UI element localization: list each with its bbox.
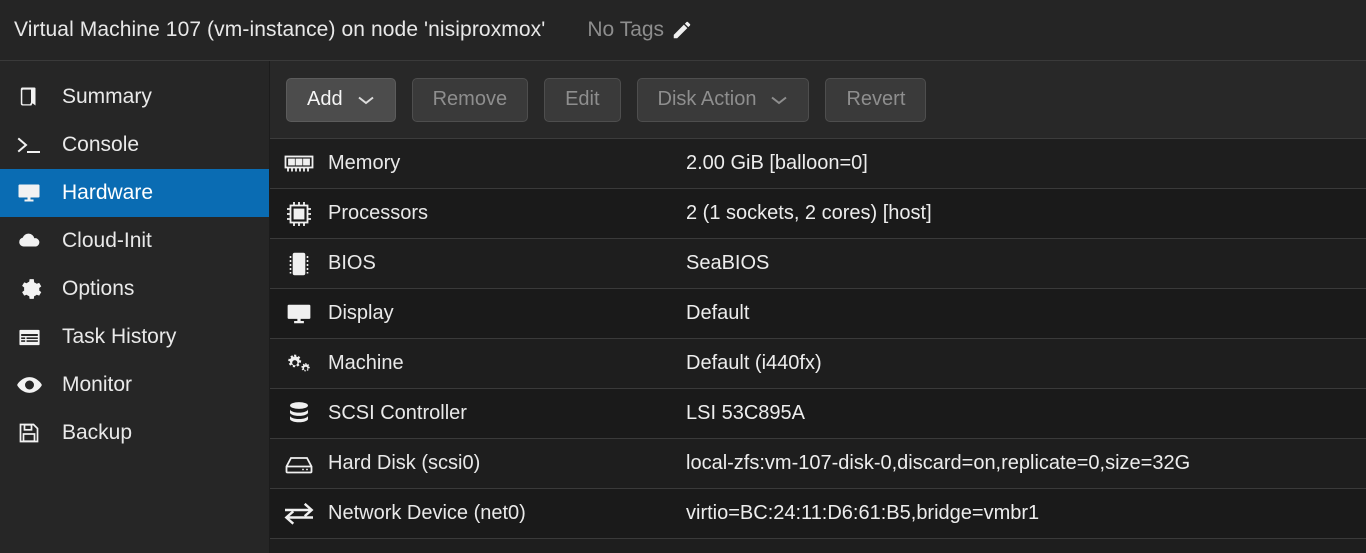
edit-button-label: Edit xyxy=(565,88,600,110)
hardware-key: Processors xyxy=(328,202,429,224)
table-row[interactable]: Machine Default (i440fx) xyxy=(270,339,1366,389)
hardware-key: Memory xyxy=(328,152,401,174)
chevron-down-icon xyxy=(357,94,375,106)
page-title: Virtual Machine 107 (vm-instance) on nod… xyxy=(14,18,546,41)
sidebar-item-backup[interactable]: Backup xyxy=(0,409,269,457)
hardware-value: Default xyxy=(686,302,750,324)
table-row-empty xyxy=(270,539,1366,552)
revert-button[interactable]: Revert xyxy=(825,77,927,122)
memory-icon xyxy=(270,153,328,175)
sidebar-item-label: Console xyxy=(62,133,140,156)
cloud-icon xyxy=(14,227,44,255)
hardware-value: local-zfs:vm-107-disk-0,discard=on,repli… xyxy=(686,452,1191,474)
sidebar-item-summary[interactable]: Summary xyxy=(0,73,269,121)
sidebar-item-label: Hardware xyxy=(62,181,154,204)
cpu-icon xyxy=(270,200,328,228)
table-row[interactable]: Network Device (net0) virtio=BC:24:11:D6… xyxy=(270,489,1366,539)
table-row[interactable]: Memory 2.00 GiB [balloon=0] xyxy=(270,139,1366,189)
add-button[interactable]: Add xyxy=(286,77,396,122)
book-icon xyxy=(14,83,44,111)
remove-button-label: Remove xyxy=(432,88,508,110)
proxmox-vm-hardware-page: Virtual Machine 107 (vm-instance) on nod… xyxy=(0,0,1366,553)
hardware-value: 2 (1 sockets, 2 cores) [host] xyxy=(686,202,932,224)
hardware-key: BIOS xyxy=(328,252,376,274)
disk-action-button-label: Disk Action xyxy=(657,88,757,110)
table-row[interactable]: Display Default xyxy=(270,289,1366,339)
list-icon xyxy=(14,323,44,351)
monitor-icon xyxy=(14,179,44,207)
add-button-label: Add xyxy=(307,88,343,110)
sidebar-item-label: Backup xyxy=(62,421,133,444)
floppy-icon xyxy=(14,419,44,447)
chevron-down-icon xyxy=(770,94,788,106)
eye-icon xyxy=(14,371,44,399)
content-area: Add Remove Edit Disk Action Revert Memor… xyxy=(270,61,1366,553)
sidebar-item-monitor[interactable]: Monitor xyxy=(0,361,269,409)
hardware-key: Network Device (net0) xyxy=(328,502,526,524)
tags-label: No Tags xyxy=(587,18,665,41)
page-body: Summary Console Hardware Cloud-Init Opti… xyxy=(0,61,1366,553)
chip-icon xyxy=(270,250,328,278)
hardware-key: Display xyxy=(328,302,394,324)
gear-icon xyxy=(14,275,44,303)
hardware-value: LSI 53C895A xyxy=(686,402,805,424)
table-row[interactable]: SCSI Controller LSI 53C895A xyxy=(270,389,1366,439)
sidebar-item-cloud-init[interactable]: Cloud-Init xyxy=(0,217,269,265)
gears-icon xyxy=(270,350,328,378)
hardware-value: virtio=BC:24:11:D6:61:B5,bridge=vmbr1 xyxy=(686,502,1040,524)
remove-button[interactable]: Remove xyxy=(411,77,529,122)
sidebar-item-hardware[interactable]: Hardware xyxy=(0,169,269,217)
monitor-icon xyxy=(270,301,328,327)
page-header: Virtual Machine 107 (vm-instance) on nod… xyxy=(0,0,1366,61)
database-icon xyxy=(270,400,328,428)
sidebar-item-label: Options xyxy=(62,277,135,300)
hardware-table: Memory 2.00 GiB [balloon=0] Processors 2… xyxy=(270,139,1366,553)
sidebar: Summary Console Hardware Cloud-Init Opti… xyxy=(0,61,270,553)
hardware-value: 2.00 GiB [balloon=0] xyxy=(686,152,868,174)
sidebar-item-task-history[interactable]: Task History xyxy=(0,313,269,361)
sidebar-item-label: Cloud-Init xyxy=(62,229,152,252)
hardware-toolbar: Add Remove Edit Disk Action Revert xyxy=(270,61,1366,139)
pencil-icon[interactable] xyxy=(671,19,693,41)
hardware-value: SeaBIOS xyxy=(686,252,770,274)
table-row[interactable]: BIOS SeaBIOS xyxy=(270,239,1366,289)
hardware-value: Default (i440fx) xyxy=(686,352,822,374)
sidebar-item-label: Monitor xyxy=(62,373,133,396)
table-row[interactable]: Hard Disk (scsi0) local-zfs:vm-107-disk-… xyxy=(270,439,1366,489)
hardware-key: Machine xyxy=(328,352,404,374)
exchange-icon xyxy=(270,502,328,526)
harddisk-icon xyxy=(270,452,328,476)
hardware-key: SCSI Controller xyxy=(328,402,467,424)
disk-action-button[interactable]: Disk Action xyxy=(636,77,810,122)
edit-button[interactable]: Edit xyxy=(544,77,621,122)
tags-area[interactable]: No Tags xyxy=(587,18,693,42)
table-row[interactable]: Processors 2 (1 sockets, 2 cores) [host] xyxy=(270,189,1366,239)
terminal-icon xyxy=(14,131,44,159)
sidebar-item-label: Task History xyxy=(62,325,177,348)
sidebar-item-console[interactable]: Console xyxy=(0,121,269,169)
sidebar-item-options[interactable]: Options xyxy=(0,265,269,313)
revert-button-label: Revert xyxy=(846,88,906,110)
hardware-key: Hard Disk (scsi0) xyxy=(328,452,481,474)
sidebar-item-label: Summary xyxy=(62,85,152,108)
